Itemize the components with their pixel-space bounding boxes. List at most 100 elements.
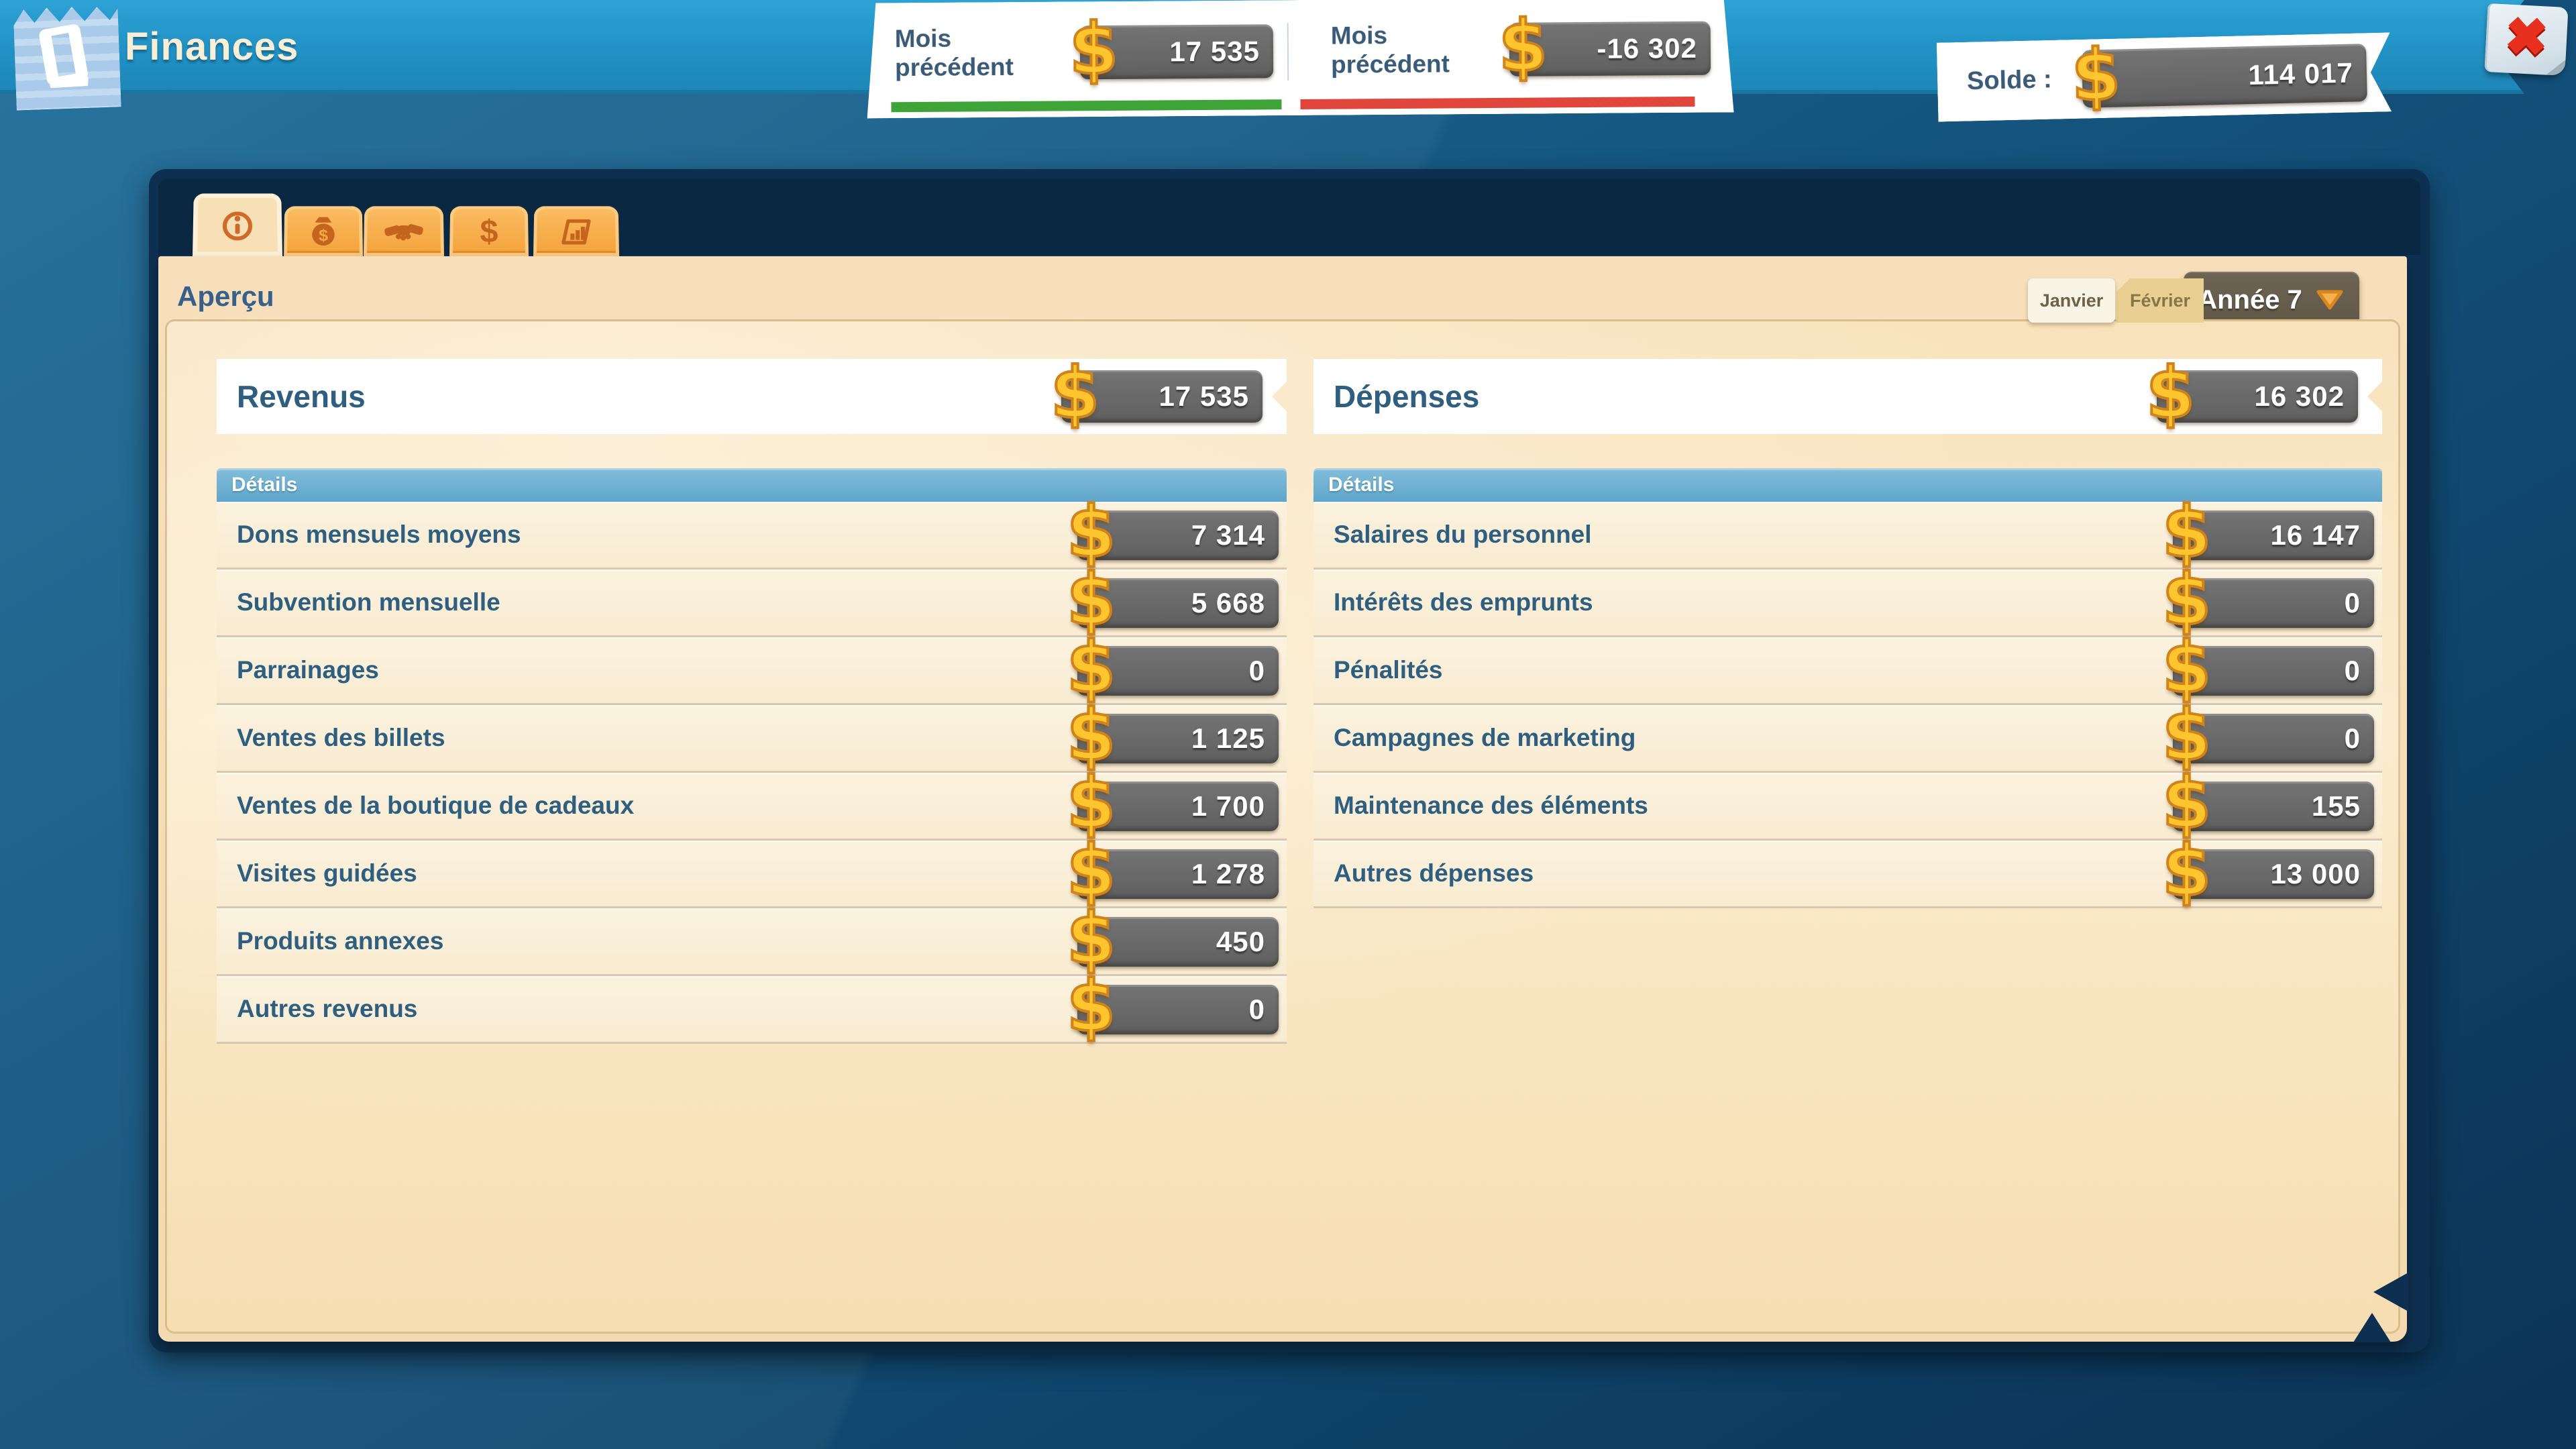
ledger-book-icon — [31, 20, 103, 93]
tab-partnerships[interactable] — [364, 206, 444, 256]
svg-text:$: $ — [319, 226, 328, 245]
dollar-icon: $ — [1067, 965, 1116, 1047]
prev-month-expense-badge: $ -16 302 — [1509, 21, 1711, 76]
finances-logo-icon — [13, 1, 121, 110]
prev-month-income-badge: $ 17 535 — [1080, 24, 1274, 79]
list-item: Ventes des billets $1 125 — [217, 705, 1287, 773]
expenses-column: Dépenses $ 16 302 Détails Salaires du pe… — [1313, 359, 2382, 908]
value-badge: $0 — [2173, 714, 2374, 763]
dollar-icon: $ — [1069, 8, 1118, 91]
list-item: Parrainages $0 — [217, 637, 1287, 705]
dollar-icon: $ — [2146, 352, 2195, 434]
list-item: Pénalités $0 — [1313, 637, 2382, 705]
prev-month-expense-label: Mois précédent — [1331, 20, 1450, 78]
previous-month-banner: Mois précédent $ 17 535 Mois précédent $… — [866, 0, 1733, 119]
panel-title: Aperçu — [177, 280, 274, 313]
year-label: Année 7 — [2198, 285, 2302, 315]
balance-badge: $ 114 017 — [2082, 44, 2367, 108]
overview-panel: Aperçu Janvier Février Année 7 Revenus $… — [158, 256, 2407, 1342]
banner-divider — [1287, 23, 1289, 80]
row-label: Parrainages — [237, 656, 379, 684]
tab-donations[interactable]: $ — [284, 206, 363, 256]
expense-underline-bar — [1300, 97, 1695, 109]
value-badge: $1 125 — [1077, 714, 1279, 763]
svg-text:$: $ — [480, 213, 498, 248]
balance-label: Solde : — [1967, 65, 2053, 96]
value-badge: $1 700 — [1077, 782, 1279, 831]
row-label: Visites guidées — [237, 859, 417, 888]
expenses-list: Salaires du personnel $16 147 Intérêts des… — [1313, 502, 2382, 908]
row-label: Pénalités — [1334, 656, 1442, 684]
dollar-icon: $ — [471, 213, 507, 248]
list-item: Ventes de la boutique de cadeaux $1 700 — [217, 773, 1287, 841]
list-item: Visites guidées $1 278 — [217, 841, 1287, 908]
expenses-title: Dépenses — [1334, 378, 1479, 415]
bar-chart-icon — [557, 213, 595, 249]
list-item: Maintenance des éléments $155 — [1313, 773, 2382, 841]
value-badge: $7 314 — [1077, 511, 1279, 560]
dollar-icon: $ — [1051, 352, 1099, 434]
row-label: Produits annexes — [237, 927, 443, 955]
value-badge: $0 — [1077, 985, 1279, 1034]
list-item: Intérêts des emprunts $0 — [1313, 570, 2382, 637]
revenues-total-badge: $ 17 535 — [1061, 370, 1263, 423]
expenses-details-header: Détails — [1313, 468, 2382, 502]
chevron-down-icon — [2314, 288, 2345, 312]
revenues-header-card: Revenus $ 17 535 — [217, 359, 1287, 434]
month-switcher: Janvier Février — [2028, 278, 2204, 323]
page-title: Finances — [125, 24, 299, 69]
corner-notch-right — [2373, 1273, 2408, 1311]
row-label: Campagnes de marketing — [1334, 724, 1635, 752]
info-icon — [219, 207, 256, 243]
value-badge: $0 — [1077, 646, 1279, 696]
income-underline-bar — [891, 99, 1281, 112]
value-badge: $16 147 — [2173, 511, 2374, 560]
row-label: Intérêts des emprunts — [1334, 588, 1593, 616]
row-label: Autres revenus — [237, 995, 417, 1023]
dollar-icon: $ — [2071, 34, 2122, 117]
month-button-janvier[interactable]: Janvier — [2028, 278, 2115, 323]
revenues-title: Revenus — [237, 378, 366, 415]
dollar-icon: $ — [2162, 830, 2211, 912]
value-badge: $1 278 — [1077, 849, 1279, 899]
value-badge: $450 — [1077, 917, 1279, 967]
row-label: Autres dépenses — [1334, 859, 1534, 888]
revenues-column: Revenus $ 17 535 Détails Dons mensuels m… — [217, 359, 1287, 1044]
balance-banner: Solde : $ 114 017 — [1937, 32, 2392, 121]
revenues-list: Dons mensuels moyens $7 314 Subvention men… — [217, 502, 1287, 1044]
row-label: Ventes des billets — [237, 724, 445, 752]
expenses-total-badge: $ 16 302 — [2157, 370, 2358, 423]
value-badge: $155 — [2173, 782, 2374, 831]
value-badge: $13 000 — [2173, 849, 2374, 899]
list-item: Autres revenus $0 — [217, 976, 1287, 1044]
row-label: Subvention mensuelle — [237, 588, 500, 616]
expenses-header-card: Dépenses $ 16 302 — [1313, 359, 2382, 434]
row-label: Salaires du personnel — [1334, 521, 1592, 549]
corner-notch-bottom — [2353, 1313, 2391, 1342]
tab-overview[interactable] — [193, 193, 282, 256]
list-item: Subvention mensuelle $5 668 — [217, 570, 1287, 637]
value-badge: $0 — [2173, 578, 2374, 628]
list-item: Dons mensuels moyens $7 314 — [217, 502, 1287, 570]
money-bag-icon: $ — [305, 213, 341, 248]
list-item: Salaires du personnel $16 147 — [1313, 502, 2382, 570]
row-label: Maintenance des éléments — [1334, 792, 1648, 820]
handshake-icon — [384, 212, 423, 250]
tab-statistics[interactable] — [533, 206, 619, 256]
value-badge: $5 668 — [1077, 578, 1279, 628]
list-item: Produits annexes $450 — [217, 908, 1287, 976]
row-label: Dons mensuels moyens — [237, 521, 521, 549]
close-icon: ✖ — [2503, 5, 2550, 68]
row-label: Ventes de la boutique de cadeaux — [237, 792, 634, 820]
list-item: Campagnes de marketing $0 — [1313, 705, 2382, 773]
month-button-fevrier[interactable]: Février — [2116, 278, 2204, 323]
prev-month-income-label: Mois précédent — [895, 23, 1014, 82]
finances-window: Finances Mois précédent $ 17 535 Mois pr… — [0, 0, 2576, 1449]
value-badge: $0 — [2173, 646, 2374, 696]
tab-pricing[interactable]: $ — [449, 206, 529, 256]
close-button[interactable]: ✖ — [2484, 3, 2568, 76]
list-item: Autres dépenses $13 000 — [1313, 841, 2382, 908]
dollar-icon: $ — [1498, 5, 1548, 88]
revenues-details-header: Détails — [217, 468, 1287, 502]
panel-content: Revenus $ 17 535 Détails Dons mensuels m… — [165, 319, 2400, 1334]
